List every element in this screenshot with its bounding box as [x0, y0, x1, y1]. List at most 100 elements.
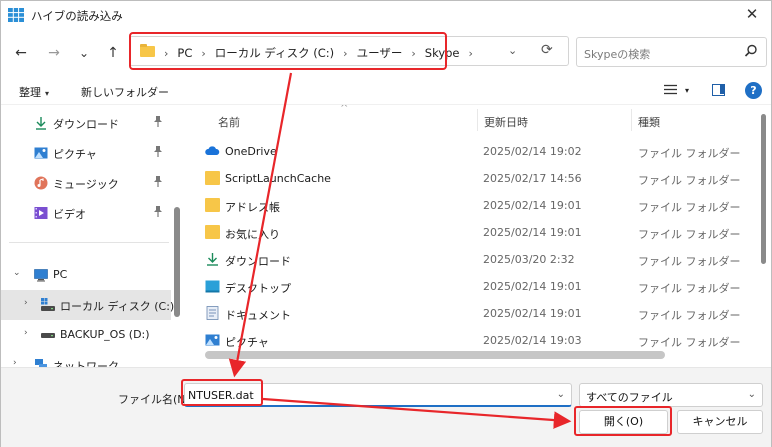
column-divider[interactable] — [631, 109, 632, 131]
filename-history-dropdown-icon[interactable]: ⌄ — [557, 389, 565, 400]
search-placeholder: Skypeの検索 — [584, 48, 651, 61]
forward-arrow-icon[interactable]: → — [44, 43, 64, 63]
videos-icon — [34, 207, 48, 219]
cancel-button[interactable]: キャンセル — [677, 410, 763, 434]
scrollbar-thumb[interactable] — [174, 207, 180, 317]
file-type-value: すべてのファイル — [586, 391, 673, 404]
view-caret-down-icon[interactable]: ▾ — [685, 86, 689, 95]
file-row-address-book[interactable]: アドレス帳 2025/02/14 19:01 ファイル フォルダー — [187, 192, 771, 219]
column-header-type[interactable]: 種類 — [638, 114, 660, 130]
file-type: ファイル フォルダー — [638, 255, 741, 268]
folder-icon — [205, 225, 220, 239]
pictures-icon — [205, 334, 220, 346]
download-icon — [207, 253, 218, 266]
nav-item-videos[interactable]: ビデオ — [1, 198, 171, 228]
load-hive-dialog: ハイブの読み込み ✕ ← → ⌄ ↑ › PC › ローカル ディスク (C:)… — [0, 0, 772, 447]
nav-item-music[interactable]: ミュージック — [1, 168, 171, 198]
new-folder-button[interactable]: 新しいフォルダー — [81, 84, 169, 100]
file-modified: 2025/02/14 19:01 — [483, 307, 582, 320]
collapsed-chevron-icon[interactable]: › — [13, 358, 17, 367]
command-bar: 整理 ▾ 新しいフォルダー ▾ ? — [1, 77, 771, 105]
pin-icon — [153, 146, 163, 160]
title-bar: ハイブの読み込み ✕ — [1, 1, 771, 29]
file-modified: 2025/02/17 14:56 — [483, 172, 582, 185]
file-row-documents[interactable]: ドキュメント 2025/02/14 19:01 ファイル フォルダー — [187, 300, 771, 327]
file-modified: 2025/03/20 2:32 — [483, 253, 575, 266]
chevron-right-icon[interactable]: › — [469, 47, 473, 60]
nav-item-label: ネットワーク — [53, 360, 119, 367]
filename-highlight — [181, 379, 263, 406]
navigation-pane-scrollbar[interactable] — [171, 107, 183, 364]
nav-item-label: ピクチャ — [53, 148, 97, 161]
file-type: ファイル フォルダー — [638, 336, 741, 349]
file-name: ScriptLaunchCache — [225, 172, 331, 185]
file-row-favorites[interactable]: お気に入り 2025/02/14 19:01 ファイル フォルダー — [187, 219, 771, 246]
file-type: ファイル フォルダー — [638, 147, 741, 160]
nav-item-pc[interactable]: ⌄ PC — [1, 260, 171, 290]
documents-icon — [206, 306, 219, 320]
registry-editor-icon — [8, 8, 24, 22]
file-name: お気に入り — [225, 228, 280, 241]
folder-icon — [205, 198, 220, 212]
refresh-icon[interactable]: ⟳ — [541, 42, 553, 58]
column-header-name[interactable]: 名前 — [218, 114, 240, 130]
file-type: ファイル フォルダー — [638, 309, 741, 322]
vertical-scrollbar[interactable] — [758, 114, 768, 354]
file-modified: 2025/02/14 19:01 — [483, 280, 582, 293]
file-row-onedrive[interactable]: OneDrive 2025/02/14 19:02 ファイル フォルダー — [187, 138, 771, 165]
pin-icon — [153, 176, 163, 190]
navigation-pane: ダウンロード ピクチャ ミュージック ビデオ ⌄ PC › ローカル ディスク … — [1, 105, 184, 367]
close-icon[interactable]: ✕ — [743, 6, 761, 22]
file-modified: 2025/02/14 19:03 — [483, 334, 582, 347]
scrollbar-thumb[interactable] — [761, 114, 766, 264]
pin-icon — [153, 116, 163, 130]
file-name: ピクチャ — [225, 336, 269, 349]
help-icon[interactable]: ? — [745, 82, 762, 99]
window-title: ハイブの読み込み — [31, 9, 123, 23]
column-divider[interactable] — [477, 109, 478, 131]
view-options-icon[interactable] — [664, 84, 677, 95]
horizontal-scrollbar[interactable] — [205, 351, 665, 359]
collapsed-chevron-icon[interactable]: › — [24, 298, 28, 308]
address-dropdown-icon[interactable]: ⌄ — [508, 44, 517, 57]
nav-item-label: ビデオ — [53, 208, 86, 221]
drive-icon — [41, 333, 55, 338]
nav-item-label: BACKUP_OS (D:) — [60, 328, 150, 341]
file-type: ファイル フォルダー — [638, 228, 741, 241]
expanded-chevron-icon[interactable]: ⌄ — [13, 268, 21, 278]
file-type: ファイル フォルダー — [638, 174, 741, 187]
nav-item-pictures[interactable]: ピクチャ — [1, 138, 171, 168]
search-icon — [744, 44, 757, 57]
back-arrow-icon[interactable]: ← — [11, 43, 31, 63]
column-header-row: ^ 名前 更新日時 種類 — [187, 105, 771, 135]
nav-item-network[interactable]: › ネットワーク — [1, 350, 171, 367]
search-box[interactable]: Skypeの検索 — [576, 37, 767, 67]
up-arrow-icon[interactable]: ↑ — [103, 43, 123, 63]
organize-label: 整理 — [19, 86, 41, 99]
pc-icon — [34, 269, 48, 282]
nav-item-downloads[interactable]: ダウンロード — [1, 108, 171, 138]
file-name: ダウンロード — [225, 255, 291, 268]
chevron-down-icon: ⌄ — [747, 389, 756, 400]
sort-ascending-icon: ^ — [340, 105, 349, 114]
preview-pane-icon[interactable] — [712, 84, 725, 96]
network-icon — [35, 359, 47, 367]
divider — [9, 242, 169, 243]
file-modified: 2025/02/14 19:01 — [483, 226, 582, 239]
file-type-select[interactable]: すべてのファイル ⌄ — [579, 383, 763, 407]
nav-item-local-disk-c[interactable]: › ローカル ディスク (C:) — [1, 290, 174, 320]
file-row-downloads[interactable]: ダウンロード 2025/03/20 2:32 ファイル フォルダー — [187, 246, 771, 273]
file-modified: 2025/02/14 19:02 — [483, 145, 582, 158]
desktop-icon — [205, 280, 220, 293]
column-header-modified[interactable]: 更新日時 — [484, 114, 528, 130]
collapsed-chevron-icon[interactable]: › — [24, 328, 28, 338]
file-name: OneDrive — [225, 145, 277, 158]
file-row-scriptlaunchcache[interactable]: ScriptLaunchCache 2025/02/17 14:56 ファイル … — [187, 165, 771, 192]
organize-button[interactable]: 整理 ▾ — [19, 84, 49, 100]
open-button-highlight — [574, 406, 672, 436]
nav-item-backup-os-d[interactable]: › BACKUP_OS (D:) — [1, 320, 171, 350]
onedrive-icon — [205, 146, 220, 155]
file-row-pictures[interactable]: ピクチャ 2025/02/14 19:03 ファイル フォルダー — [187, 327, 771, 354]
recent-locations-chevron-icon[interactable]: ⌄ — [74, 43, 94, 63]
file-row-desktop[interactable]: デスクトップ 2025/02/14 19:01 ファイル フォルダー — [187, 273, 771, 300]
